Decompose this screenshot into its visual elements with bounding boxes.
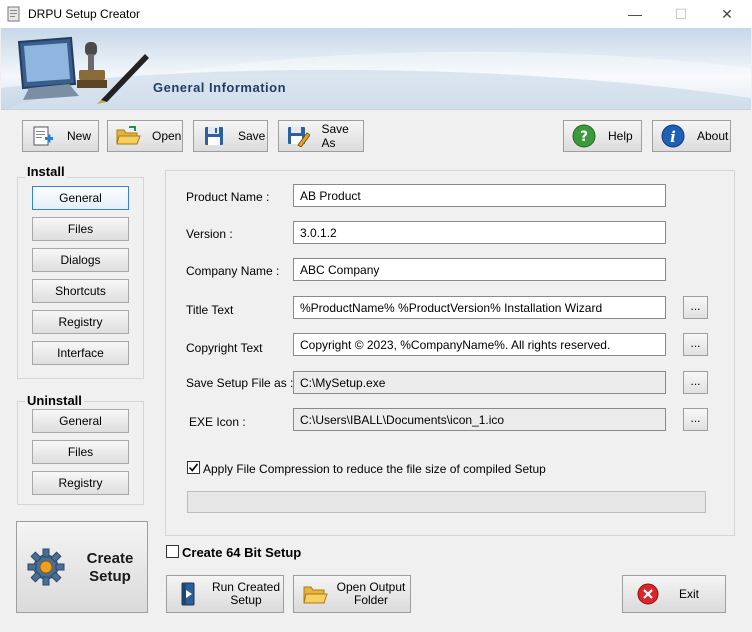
- save-setup-browse-button[interactable]: ...: [683, 371, 708, 394]
- exe-icon-input[interactable]: C:\Users\IBALL\Documents\icon_1.ico: [293, 408, 666, 431]
- open-output-folder-label: Open Output Folder: [336, 580, 406, 607]
- about-button[interactable]: i About: [652, 120, 731, 152]
- run-created-setup-button[interactable]: Run Created Setup: [166, 575, 284, 613]
- folder-icon: [300, 582, 330, 606]
- exe-icon-browse-button[interactable]: ...: [683, 408, 708, 431]
- app-icon: [7, 6, 20, 22]
- uninstall-general-button[interactable]: General: [32, 409, 129, 433]
- save-as-label: Save As: [321, 122, 349, 150]
- svg-text:?: ?: [580, 129, 588, 145]
- run-setup-icon: [173, 581, 203, 607]
- help-button[interactable]: ? Help: [563, 120, 642, 152]
- build-progress-bar: [187, 491, 706, 513]
- copyright-text-browse-button[interactable]: ...: [683, 333, 708, 356]
- install-registry-button[interactable]: Registry: [32, 310, 129, 334]
- install-shortcuts-button[interactable]: Shortcuts: [32, 279, 129, 303]
- open-output-folder-button[interactable]: Open Output Folder: [293, 575, 411, 613]
- create-setup-button[interactable]: Create Setup: [16, 521, 148, 613]
- about-label: About: [697, 129, 729, 143]
- help-label: Help: [608, 129, 633, 143]
- copyright-text-input[interactable]: Copyright © 2023, %CompanyName%. All rig…: [293, 333, 666, 356]
- install-dialogs-button[interactable]: Dialogs: [32, 248, 129, 272]
- company-name-input[interactable]: ABC Company: [293, 258, 666, 281]
- save-floppy-icon: [200, 124, 228, 148]
- save-button[interactable]: Save: [193, 120, 268, 152]
- open-folder-icon: [114, 124, 142, 148]
- uninstall-files-button[interactable]: Files: [32, 440, 129, 464]
- title-text-browse-button[interactable]: ...: [683, 296, 708, 319]
- install-general-button[interactable]: General: [32, 186, 129, 210]
- minimize-button[interactable]: —: [612, 0, 658, 28]
- create-64bit-label: Create 64 Bit Setup: [182, 545, 302, 560]
- window-title: DRPU Setup Creator: [28, 7, 141, 21]
- create-64bit-checkbox[interactable]: [166, 545, 179, 558]
- version-label: Version :: [186, 227, 233, 241]
- save-label: Save: [238, 129, 266, 143]
- install-heading: Install: [25, 164, 67, 179]
- page-title: General Information: [153, 80, 287, 95]
- exe-icon-label: EXE Icon :: [189, 415, 246, 429]
- run-created-setup-label: Run Created Setup: [211, 580, 281, 607]
- title-bar[interactable]: DRPU Setup Creator — ☐ ✕: [0, 0, 752, 28]
- compression-label: Apply File Compression to reduce the fil…: [203, 462, 546, 476]
- exit-button[interactable]: Exit: [622, 575, 726, 613]
- copyright-text-label: Copyright Text: [186, 341, 263, 355]
- compression-checkbox[interactable]: [187, 461, 200, 474]
- checkmark-icon: [188, 463, 199, 472]
- new-button[interactable]: New: [22, 120, 99, 152]
- install-files-button[interactable]: Files: [32, 217, 129, 241]
- new-label: New: [67, 129, 92, 143]
- exit-label: Exit: [679, 586, 700, 601]
- gear-icon: [27, 548, 65, 586]
- uninstall-heading: Uninstall: [25, 393, 84, 408]
- save-as-button[interactable]: Save As: [278, 120, 364, 152]
- save-setup-label: Save Setup File as :: [186, 376, 294, 390]
- header-banner: General Information: [1, 28, 751, 110]
- about-info-icon: i: [659, 124, 687, 148]
- maximize-button[interactable]: ☐: [658, 0, 704, 28]
- uninstall-registry-button[interactable]: Registry: [32, 471, 129, 495]
- product-name-input[interactable]: AB Product: [293, 184, 666, 207]
- svg-text:i: i: [670, 128, 676, 146]
- create-setup-label: Create Setup: [86, 550, 134, 585]
- title-text-label: Title Text: [186, 303, 234, 317]
- save-setup-input[interactable]: C:\MySetup.exe: [293, 371, 666, 394]
- help-question-icon: ?: [570, 124, 598, 148]
- save-as-floppy-pen-icon: [285, 124, 311, 148]
- close-button[interactable]: ✕: [704, 0, 750, 28]
- open-button[interactable]: Open: [107, 120, 183, 152]
- exit-x-icon: [633, 583, 663, 605]
- open-label: Open: [152, 129, 182, 143]
- new-document-icon: [29, 124, 57, 148]
- install-interface-button[interactable]: Interface: [32, 341, 129, 365]
- version-input[interactable]: 3.0.1.2: [293, 221, 666, 244]
- product-name-label: Product Name :: [186, 190, 270, 204]
- company-name-label: Company Name :: [186, 264, 280, 278]
- monitor-stamp-pen-icon: [17, 36, 149, 104]
- title-text-input[interactable]: %ProductName% %ProductVersion% Installat…: [293, 296, 666, 319]
